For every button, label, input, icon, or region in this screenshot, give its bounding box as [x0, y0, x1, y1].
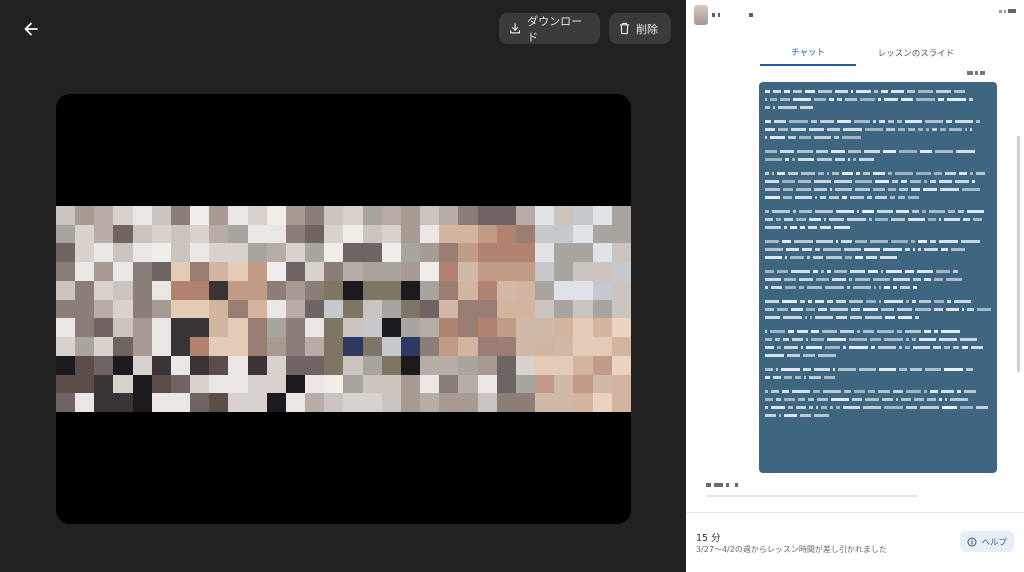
back-button[interactable]: [18, 16, 44, 42]
header-status-redacted: [999, 9, 1016, 13]
panel-header: [686, 0, 1024, 32]
download-button[interactable]: ダウンロード: [499, 13, 600, 44]
help-button[interactable]: ヘルプ: [960, 531, 1014, 552]
video-frame[interactable]: [56, 94, 631, 524]
arrow-left-icon: [24, 22, 38, 36]
delete-button[interactable]: 削除: [609, 13, 671, 44]
download-icon: [510, 23, 521, 34]
lesson-minutes: 15 分: [696, 533, 721, 544]
download-label: ダウンロード: [527, 14, 583, 44]
tab-lesson-slides[interactable]: レッスンのスライド: [861, 40, 971, 66]
user-name-redacted: [712, 11, 753, 19]
message-time-redacted: [967, 71, 985, 77]
trash-icon: [619, 22, 630, 35]
tab-chat[interactable]: チャット: [760, 40, 856, 66]
chat-scrollbar[interactable]: [1017, 136, 1020, 372]
sender-name-redacted: [706, 483, 738, 491]
chat-message-bubble: [759, 82, 997, 473]
video-image: [56, 206, 631, 412]
side-panel: チャット レッスンのスライド 15 分 3/27〜4/2の週からレッスン時間が差…: [686, 0, 1024, 572]
avatar: [694, 5, 708, 25]
deduction-note: 3/27〜4/2の週からレッスン時間が差し引かれました: [696, 545, 887, 554]
delete-label: 削除: [636, 22, 658, 36]
info-circle-icon: [967, 537, 977, 546]
video-viewer: ダウンロード 削除: [0, 0, 686, 572]
help-label: ヘルプ: [981, 537, 1007, 548]
panel-footer: 15 分 3/27〜4/2の週からレッスン時間が差し引かれました ヘルプ: [686, 512, 1024, 572]
chat-messages[interactable]: [686, 66, 1024, 499]
panel-tabs: チャット レッスンのスライド: [686, 40, 1024, 66]
message-divider: [706, 495, 918, 497]
